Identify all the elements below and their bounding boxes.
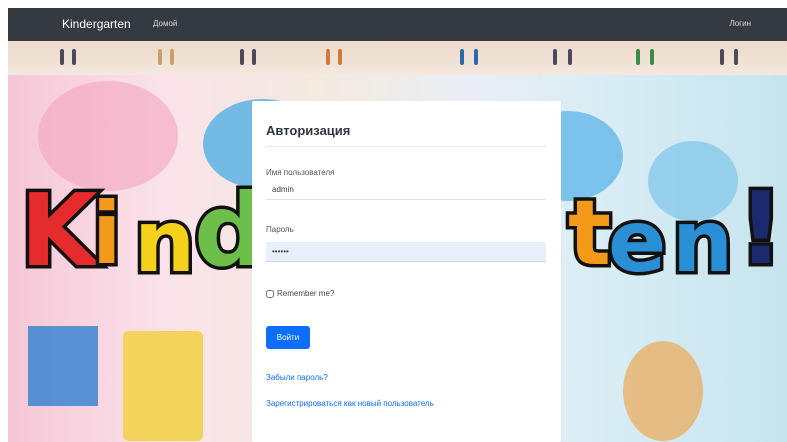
username-input[interactable] (266, 180, 546, 200)
banner-letter: n (130, 192, 198, 292)
banner-letter: t (564, 181, 614, 286)
password-input[interactable] (266, 242, 546, 262)
password-label: Пароль (266, 225, 294, 234)
login-card: Авторизация Имя пользователя Пароль Reme… (252, 101, 561, 442)
title-divider (266, 146, 546, 147)
banner-letter: i (88, 184, 125, 284)
login-submit-button[interactable]: Войти (266, 326, 310, 349)
login-title: Авторизация (266, 123, 351, 138)
register-link[interactable]: Зарегистрироваться как новый пользовател… (266, 399, 434, 408)
kids-strip-decoration (8, 41, 787, 75)
top-navbar: Kindergarten Домой Логин (8, 8, 787, 41)
username-label: Имя пользователя (266, 168, 335, 177)
banner-letter: n (668, 192, 736, 292)
banner-letter: e (604, 192, 669, 292)
nav-home-link[interactable]: Домой (153, 19, 177, 28)
forgot-password-link[interactable]: Забыли пароль? (266, 373, 328, 382)
brand-link[interactable]: Kindergarten (62, 17, 131, 31)
banner-letter: ! (735, 170, 787, 287)
remember-me[interactable]: Remember me? (266, 289, 334, 298)
nav-login-link[interactable]: Логин (729, 19, 751, 28)
remember-me-label: Remember me? (277, 289, 335, 298)
banner-letter: K (17, 172, 101, 289)
remember-me-checkbox[interactable] (266, 289, 274, 298)
